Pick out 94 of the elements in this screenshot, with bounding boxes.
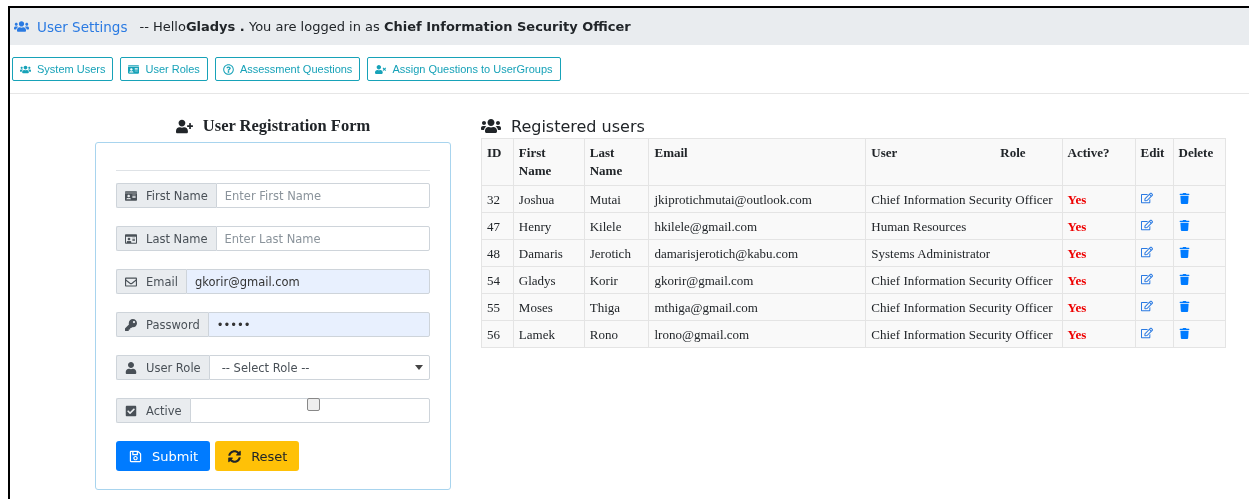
id-card-icon — [125, 189, 137, 202]
column-header: Email — [648, 138, 866, 186]
trash-icon[interactable] — [1178, 328, 1190, 339]
column-header: ID — [481, 138, 514, 186]
field-label: First Name — [116, 183, 216, 208]
add-user-icon — [175, 117, 193, 135]
table-title: Registered users — [481, 116, 1226, 136]
edit-icon[interactable] — [1140, 327, 1153, 339]
column-header: Edit — [1135, 138, 1174, 186]
table-cell: Korir — [584, 266, 649, 294]
input-field[interactable]: Enter First Name — [215, 183, 430, 208]
nav-button[interactable]: System Users — [12, 57, 114, 81]
id-card-icon — [125, 232, 137, 245]
table-cell: Chief Information Security Officer — [865, 185, 1063, 213]
table-cell: lrono@gmail.com — [648, 320, 866, 348]
table-cell: Yes — [1062, 320, 1135, 348]
table-cell: jkiprotichmutai@outlook.com — [648, 185, 866, 213]
edit-icon[interactable] — [1140, 192, 1153, 204]
table-cell: 56 — [481, 320, 514, 348]
nav-button[interactable]: Assessment Questions — [214, 57, 361, 81]
trash-icon[interactable] — [1178, 301, 1190, 312]
table-cell: gkorir@gmail.com — [648, 266, 866, 294]
input-field[interactable]: Enter Last Name — [215, 226, 430, 251]
table-cell: Mutai — [584, 185, 649, 213]
table-cell: 32 — [481, 185, 514, 213]
column-header: Last Name — [584, 138, 649, 186]
trash-icon[interactable] — [1178, 274, 1190, 285]
nav-button[interactable]: User Roles — [120, 57, 208, 81]
nav-button[interactable]: Assign Questions to UserGroups — [367, 57, 561, 81]
submit-button[interactable]: Submit — [116, 441, 211, 471]
table-cell: Chief Information Security Officer — [865, 266, 1063, 294]
column-header: First Name — [513, 138, 585, 186]
envelope-icon — [125, 275, 137, 288]
table-cell: Damaris — [513, 239, 585, 267]
edit-icon[interactable] — [1140, 246, 1153, 258]
table-cell: Gladys — [513, 266, 585, 294]
key-icon — [125, 318, 137, 331]
table-cell: Yes — [1062, 185, 1135, 213]
column-header: Delete — [1173, 138, 1226, 186]
question-icon — [222, 63, 234, 75]
table-cell: Joshua — [513, 185, 585, 213]
field-label: Email — [116, 269, 186, 294]
table-cell: Lamek — [513, 320, 585, 348]
table-cell: Human Resources — [865, 212, 1063, 240]
greeting-text: -- HelloGladys . You are logged in as Chief Information Security Officer — [139, 19, 631, 34]
table-cell: hkilele@gmail.com — [648, 212, 866, 240]
caret-icon — [415, 365, 423, 370]
input-field[interactable]: gkorir@gmail.com — [185, 269, 430, 294]
trash-icon[interactable] — [1178, 220, 1190, 231]
field-label: Password — [116, 312, 208, 337]
table-cell: Henry — [513, 212, 585, 240]
table-cell: 47 — [481, 212, 514, 240]
user-settings-link[interactable]: User Settings — [14, 18, 128, 35]
input-field[interactable]: ••••• — [207, 312, 430, 337]
edit-icon[interactable] — [1140, 273, 1153, 285]
table-cell: Yes — [1062, 266, 1135, 294]
users-icon — [14, 19, 29, 34]
table-cell: Chief Information Security Officer — [865, 320, 1063, 348]
column-header: User Role — [865, 138, 1063, 186]
table-cell: Yes — [1062, 239, 1135, 267]
table-cell: Chief Information Security Officer — [865, 293, 1063, 321]
table-cell: 54 — [481, 266, 514, 294]
table-cell: Thiga — [584, 293, 649, 321]
reset-button[interactable]: Reset — [215, 441, 300, 471]
users-icon — [20, 63, 31, 75]
refresh-icon — [228, 449, 242, 463]
trash-icon[interactable] — [1178, 247, 1190, 258]
table-cell: Rono — [584, 320, 649, 348]
form-title: User Registration Form — [95, 116, 451, 136]
field-label: Last Name — [116, 226, 216, 251]
edit-icon[interactable] — [1140, 300, 1153, 312]
checkbox-icon — [125, 404, 137, 417]
table-cell: Systems Administrator — [865, 239, 1063, 267]
table-cell: Yes — [1062, 293, 1135, 321]
table-cell: Jerotich — [584, 239, 649, 267]
users-icon — [481, 116, 501, 136]
edit-icon[interactable] — [1140, 219, 1153, 231]
role-select[interactable]: -- Select Role -- — [208, 355, 430, 380]
save-icon — [129, 449, 142, 463]
table-cell: Yes — [1062, 212, 1135, 240]
table-cell: 48 — [481, 239, 514, 267]
active-checkbox[interactable] — [307, 398, 321, 411]
field-label: Active — [116, 398, 190, 423]
trash-icon[interactable] — [1178, 193, 1190, 204]
field-label: User Role — [116, 355, 209, 380]
table-cell: 55 — [481, 293, 514, 321]
user-icon — [125, 361, 137, 374]
id-card-icon — [128, 63, 140, 75]
table-cell: damarisjerotich@kabu.com — [648, 239, 866, 267]
column-header: Active? — [1062, 138, 1135, 186]
table-cell: Moses — [513, 293, 585, 321]
table-cell: mthiga@gmail.com — [648, 293, 866, 321]
table-cell: Kilele — [584, 212, 649, 240]
user-remove-icon — [375, 63, 387, 75]
